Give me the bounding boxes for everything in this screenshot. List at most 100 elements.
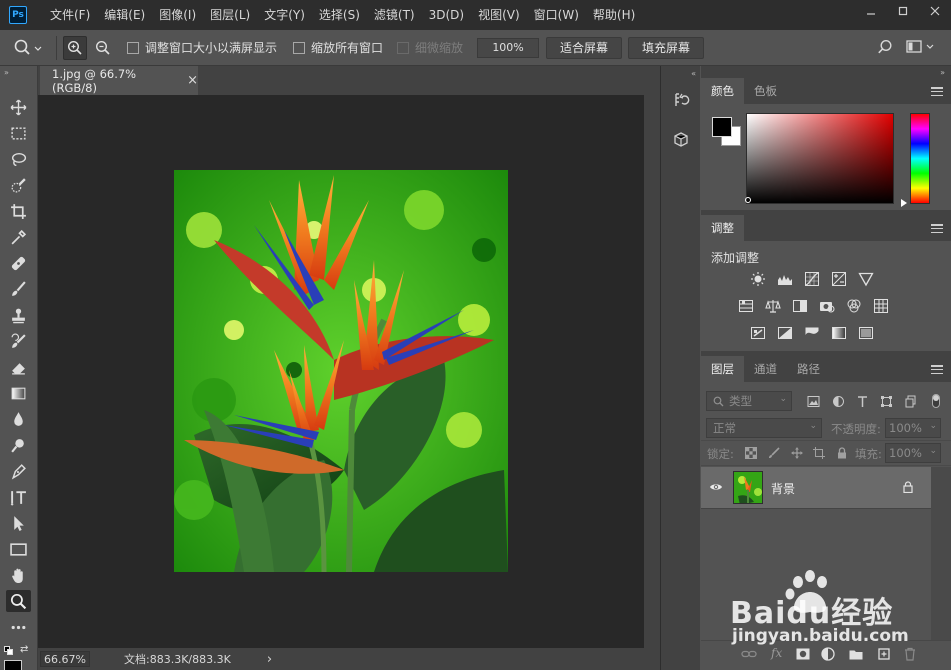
- gradient-tool-icon[interactable]: [6, 382, 31, 404]
- swap-colors-icon[interactable]: ⇄: [20, 644, 28, 655]
- zoom-out-icon[interactable]: [91, 36, 115, 60]
- more-tools-icon[interactable]: [6, 616, 31, 638]
- tab-paths[interactable]: 路径: [787, 356, 830, 382]
- vibrance-icon[interactable]: [855, 268, 877, 290]
- menu-file[interactable]: 文件(F): [43, 0, 97, 30]
- rectangle-tool-icon[interactable]: [6, 538, 31, 560]
- document-image[interactable]: [174, 170, 508, 572]
- posterize-icon[interactable]: [774, 322, 796, 344]
- crop-tool-icon[interactable]: [6, 200, 31, 222]
- zoom-all-windows-checkbox[interactable]: 缩放所有窗口: [293, 39, 383, 56]
- dodge-tool-icon[interactable]: [6, 434, 31, 456]
- lock-transparent-icon[interactable]: [743, 445, 759, 461]
- hue-slider[interactable]: [910, 113, 930, 204]
- collapse-icon[interactable]: «: [691, 69, 696, 78]
- filter-toggle-switch[interactable]: [932, 394, 940, 408]
- maximize-button[interactable]: [887, 0, 919, 22]
- pen-tool-icon[interactable]: [6, 460, 31, 482]
- healing-brush-tool-icon[interactable]: [6, 252, 31, 274]
- 3d-panel-icon[interactable]: [666, 128, 696, 152]
- brush-tool-icon[interactable]: [6, 278, 31, 300]
- menu-filter[interactable]: 滤镜(T): [367, 0, 422, 30]
- resize-windows-checkbox[interactable]: 调整窗口大小以满屏显示: [127, 39, 277, 56]
- foreground-color-swatch[interactable]: [712, 117, 732, 137]
- document-tab[interactable]: 1.jpg @ 66.7%(RGB/8) ×: [40, 66, 198, 95]
- collapse-icon[interactable]: »: [4, 69, 16, 77]
- hand-tool-icon[interactable]: [6, 564, 31, 586]
- lasso-tool-icon[interactable]: [6, 148, 31, 170]
- new-adjustment-layer-icon[interactable]: [821, 647, 835, 664]
- menu-image[interactable]: 图像(I): [152, 0, 203, 30]
- layer-row[interactable]: 背景: [701, 467, 931, 509]
- menu-window[interactable]: 窗口(W): [527, 0, 586, 30]
- filter-pixel-icon[interactable]: [805, 393, 821, 409]
- filter-smart-object-icon[interactable]: [902, 393, 918, 409]
- panel-menu-icon[interactable]: [931, 224, 943, 233]
- workspace-icon[interactable]: [906, 39, 936, 55]
- filter-type-icon[interactable]: [854, 393, 870, 409]
- add-mask-icon[interactable]: [796, 648, 810, 663]
- color-lookup-icon[interactable]: [870, 295, 892, 317]
- blend-mode-select[interactable]: 正常 ⌄: [706, 418, 822, 438]
- layer-filter-select[interactable]: 类型 ⌄: [706, 391, 792, 411]
- minimize-button[interactable]: [855, 0, 887, 22]
- hue-slider-handle[interactable]: [901, 199, 907, 207]
- move-tool-icon[interactable]: [6, 96, 31, 118]
- zoom-level-field[interactable]: 66.67%: [40, 651, 90, 667]
- status-menu-arrow[interactable]: ›: [267, 652, 272, 667]
- filter-shape-icon[interactable]: [878, 393, 894, 409]
- quick-selection-tool-icon[interactable]: [6, 174, 31, 196]
- fill-input[interactable]: 100% ⌄: [885, 443, 941, 463]
- color-field[interactable]: [746, 113, 894, 204]
- black-white-icon[interactable]: [789, 295, 811, 317]
- menu-3d[interactable]: 3D(D): [422, 0, 471, 30]
- zoom-tool-icon[interactable]: [6, 590, 31, 612]
- canvas-area[interactable]: [38, 95, 644, 648]
- zoom-in-icon[interactable]: [63, 35, 87, 60]
- default-colors-icon[interactable]: [4, 646, 14, 656]
- collapse-icon[interactable]: »: [940, 68, 945, 77]
- panel-menu-icon[interactable]: [931, 87, 943, 96]
- history-panel-icon[interactable]: [666, 88, 696, 112]
- zoom-tool-preset-icon[interactable]: [6, 39, 50, 57]
- hue-saturation-icon[interactable]: [735, 295, 757, 317]
- zoom-percent-field[interactable]: 100%: [477, 37, 540, 58]
- tab-layers[interactable]: 图层: [701, 356, 744, 382]
- menu-select[interactable]: 选择(S): [312, 0, 367, 30]
- search-icon[interactable]: [877, 39, 893, 55]
- tab-swatches[interactable]: 色板: [744, 78, 787, 104]
- history-brush-tool-icon[interactable]: [6, 330, 31, 352]
- brightness-contrast-icon[interactable]: [747, 268, 769, 290]
- fit-screen-button[interactable]: 适合屏幕: [546, 36, 623, 59]
- lock-pixels-icon[interactable]: [766, 445, 782, 461]
- clone-stamp-tool-icon[interactable]: [6, 304, 31, 326]
- marquee-tool-icon[interactable]: [6, 122, 31, 144]
- lock-all-icon[interactable]: [834, 445, 850, 461]
- layer-thumbnail[interactable]: [733, 471, 763, 504]
- new-group-icon[interactable]: [849, 648, 863, 663]
- lock-position-icon[interactable]: [789, 445, 805, 461]
- menu-help[interactable]: 帮助(H): [586, 0, 642, 30]
- foreground-color-swatch[interactable]: [4, 660, 22, 670]
- link-layers-icon[interactable]: [741, 647, 757, 664]
- levels-icon[interactable]: [774, 268, 796, 290]
- curves-icon[interactable]: [801, 268, 823, 290]
- lock-artboard-icon[interactable]: [811, 445, 827, 461]
- menu-layer[interactable]: 图层(L): [203, 0, 257, 30]
- path-selection-tool-icon[interactable]: [6, 512, 31, 534]
- panel-menu-icon[interactable]: [931, 365, 943, 374]
- visibility-eye-icon[interactable]: [709, 481, 723, 495]
- tab-color[interactable]: 颜色: [701, 78, 744, 104]
- exposure-icon[interactable]: [828, 268, 850, 290]
- eraser-tool-icon[interactable]: [6, 356, 31, 378]
- vertical-scrollbar[interactable]: [644, 95, 660, 648]
- tab-adjustments[interactable]: 调整: [701, 215, 744, 241]
- menu-view[interactable]: 视图(V): [471, 0, 527, 30]
- filter-adjustment-icon[interactable]: [830, 393, 846, 409]
- type-tool-icon[interactable]: [6, 486, 31, 508]
- eyedropper-tool-icon[interactable]: [6, 226, 31, 248]
- new-layer-icon[interactable]: [877, 647, 891, 664]
- scrubby-zoom-checkbox[interactable]: 细微缩放: [397, 39, 463, 56]
- channel-mixer-icon[interactable]: [843, 295, 865, 317]
- blur-tool-icon[interactable]: [6, 408, 31, 430]
